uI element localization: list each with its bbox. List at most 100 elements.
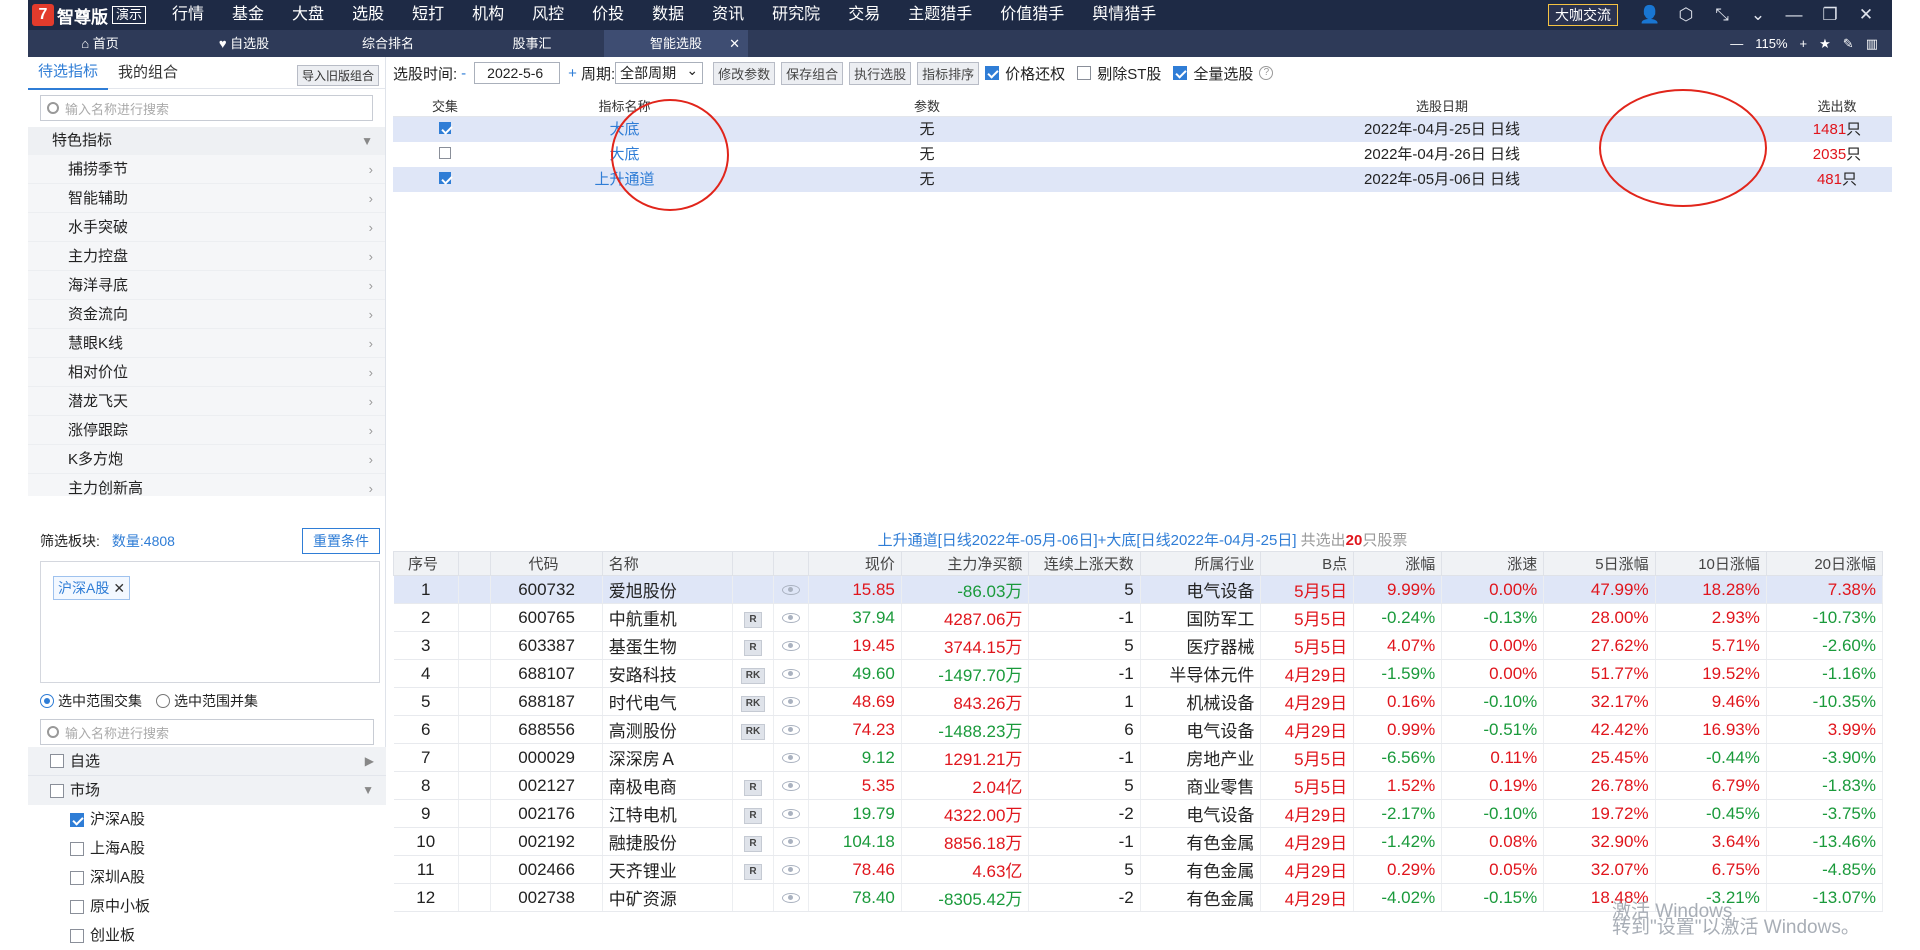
radio-intersect[interactable] xyxy=(40,694,54,708)
indicator-item[interactable]: 相对价位 › xyxy=(28,358,385,387)
menu-item[interactable]: 舆情猎手 xyxy=(1078,0,1170,30)
rating-tag[interactable]: R xyxy=(744,836,762,852)
eye-icon[interactable] xyxy=(782,752,801,763)
stock-name[interactable]: 融捷股份 xyxy=(602,827,733,856)
minimize-icon[interactable]: — xyxy=(1776,0,1812,30)
shrink-icon[interactable]: ⤡ xyxy=(1704,0,1740,30)
save-combo-button[interactable]: 保存组合 xyxy=(781,61,844,85)
star-icon[interactable]: ★ xyxy=(1819,36,1831,52)
stock-name[interactable]: 天齐锂业 xyxy=(602,855,733,884)
dropdown-icon[interactable]: ⌄ xyxy=(1740,0,1776,30)
grid-header-cell[interactable] xyxy=(773,551,810,576)
tree-group[interactable]: 自选 ▶ xyxy=(28,747,386,776)
execute-select-button[interactable]: 执行选股 xyxy=(849,61,912,85)
stock-name[interactable]: 时代电气 xyxy=(602,687,733,716)
stock-code[interactable]: 603387 xyxy=(490,631,603,660)
menu-item[interactable]: 数据 xyxy=(638,0,698,30)
settings-icon[interactable]: ⬡ xyxy=(1668,0,1704,30)
group-featured-indicators[interactable]: 特色指标 ▼ xyxy=(28,127,385,155)
tab-item[interactable]: 股事汇 xyxy=(460,30,604,57)
tab-item[interactable]: 综合排名 xyxy=(316,30,460,57)
table-row[interactable]: 2 600765 中航重机 R 37.94 4287.06万 -1 国防军工 5月5日 -0.24… xyxy=(393,603,1884,632)
grid-header-cell[interactable]: 现价 xyxy=(808,551,902,576)
tree-group[interactable]: 市场 ▼ xyxy=(28,776,386,805)
table-row[interactable]: 3 603387 基蛋生物 R 19.45 3744.15万 5 医疗器械 5月5日 4.07% 0… xyxy=(393,631,1884,660)
grid-header-cell[interactable]: 所属行业 xyxy=(1139,551,1262,576)
eye-icon[interactable] xyxy=(782,808,801,819)
indicator-sort-button[interactable]: 指标排序 xyxy=(917,61,980,85)
indicator-item[interactable]: 潜龙飞天 › xyxy=(28,387,385,416)
menu-item[interactable]: 风控 xyxy=(518,0,578,30)
checkbox-icon[interactable] xyxy=(70,928,84,943)
menu-item[interactable]: 价投 xyxy=(578,0,638,30)
grid-header-cell[interactable]: B点 xyxy=(1260,551,1355,576)
grid-header-cell[interactable]: 涨幅 xyxy=(1353,551,1443,576)
eye-icon[interactable] xyxy=(782,640,801,651)
indicator-item[interactable]: 主力控盘 › xyxy=(28,242,385,271)
stock-code[interactable]: 002127 xyxy=(490,771,603,800)
grid-header-cell[interactable]: 5日涨幅 xyxy=(1543,551,1656,576)
rating-tag[interactable]: R xyxy=(744,864,762,880)
checkbox-icon[interactable] xyxy=(70,899,84,914)
stock-code[interactable]: 600765 xyxy=(490,603,603,632)
tab-my-combos[interactable]: 我的组合 xyxy=(108,57,188,89)
stock-code[interactable]: 002176 xyxy=(490,799,603,828)
grid-header-cell[interactable] xyxy=(731,551,775,576)
indicator-item[interactable]: K多方炮 › xyxy=(28,445,385,474)
radio-union[interactable] xyxy=(156,694,170,708)
stock-name[interactable]: 爱旭股份 xyxy=(602,575,733,604)
table-row[interactable]: 11 002466 天齐锂业 R 78.46 4.63亿 5 有色金属 4月29日 0.29% 0.… xyxy=(393,855,1884,884)
expand-arrow-icon[interactable]: ▼ xyxy=(362,776,374,805)
eye-icon[interactable] xyxy=(782,668,801,679)
menu-item[interactable]: 研究院 xyxy=(758,0,834,30)
user-icon[interactable]: 👤 xyxy=(1632,0,1668,30)
tab-item[interactable]: 智能选股 ✕ xyxy=(604,30,748,57)
eye-icon[interactable] xyxy=(782,724,801,735)
grid-header-cell[interactable]: 10日涨幅 xyxy=(1654,551,1767,576)
eye-icon[interactable] xyxy=(782,836,801,847)
checkbox-icon[interactable] xyxy=(70,841,84,856)
stock-name[interactable]: 基蛋生物 xyxy=(602,631,733,660)
price-restore-checkbox[interactable]: 价格还权 xyxy=(985,63,1065,84)
grid-header-cell[interactable]: 名称 xyxy=(601,551,733,576)
menu-item[interactable]: 交易 xyxy=(834,0,894,30)
eye-icon[interactable] xyxy=(782,612,801,623)
table-row[interactable]: 7 000029 深深房Ａ 9.12 1291.21万 -1 房地产业 5月5日 -6.56% 0… xyxy=(393,743,1884,772)
intersect-checkbox[interactable] xyxy=(439,171,451,184)
stock-name[interactable]: 深深房Ａ xyxy=(602,743,733,772)
stock-code[interactable]: 688107 xyxy=(490,659,603,688)
grid-header-cell[interactable] xyxy=(457,551,492,576)
stock-name[interactable]: 安路科技 xyxy=(602,659,733,688)
indicator-item[interactable]: 海洋寻底 › xyxy=(28,271,385,300)
table-row[interactable]: 10 002192 融捷股份 R 104.18 8856.18万 -1 有色金属 4月29日 -1… xyxy=(393,827,1884,856)
indicator-item[interactable]: 主力创新高 › xyxy=(28,474,385,496)
indicator-item[interactable]: 水手突破 › xyxy=(28,213,385,242)
reset-conditions-button[interactable]: 重置条件 xyxy=(302,528,380,554)
big-coffee-button[interactable]: 大咖交流 xyxy=(1548,4,1618,26)
zoom-out-icon[interactable]: — xyxy=(1730,36,1743,51)
eye-icon[interactable] xyxy=(782,864,801,875)
tree-child[interactable]: 深圳A股 xyxy=(28,863,386,892)
date-minus-button[interactable]: - xyxy=(461,65,466,82)
close-icon[interactable]: ✕ xyxy=(1848,0,1884,30)
stock-code[interactable]: 688556 xyxy=(490,715,603,744)
eye-icon[interactable] xyxy=(782,780,801,791)
rating-tag[interactable]: R xyxy=(744,808,762,824)
indicator-item[interactable]: 涨停跟踪 › xyxy=(28,416,385,445)
indicator-search-input[interactable]: 输入名称进行搜索 xyxy=(40,95,373,121)
menu-item[interactable]: 资讯 xyxy=(698,0,758,30)
indicator-item[interactable]: 资金流向 › xyxy=(28,300,385,329)
zoom-in-icon[interactable]: + xyxy=(1800,36,1808,51)
grid-header-cell[interactable]: 涨速 xyxy=(1441,551,1545,576)
rating-tag[interactable]: R xyxy=(744,640,762,656)
menu-item[interactable]: 主题猎手 xyxy=(894,0,986,30)
tab-pending-indicators[interactable]: 待选指标 xyxy=(28,56,109,90)
eye-icon[interactable] xyxy=(782,696,801,707)
layout-icon[interactable]: ▥ xyxy=(1866,36,1878,52)
rating-tag[interactable]: R xyxy=(744,780,762,796)
table-row[interactable]: 4 688107 安路科技 RK 49.60 -1497.70万 -1 半导体元件 4月29日 -… xyxy=(393,659,1884,688)
tree-child[interactable]: 创业板 xyxy=(28,921,386,950)
stock-code[interactable]: 002466 xyxy=(490,855,603,884)
rating-tag[interactable]: RK xyxy=(740,724,766,740)
tree-child[interactable]: 原中小板 xyxy=(28,892,386,921)
